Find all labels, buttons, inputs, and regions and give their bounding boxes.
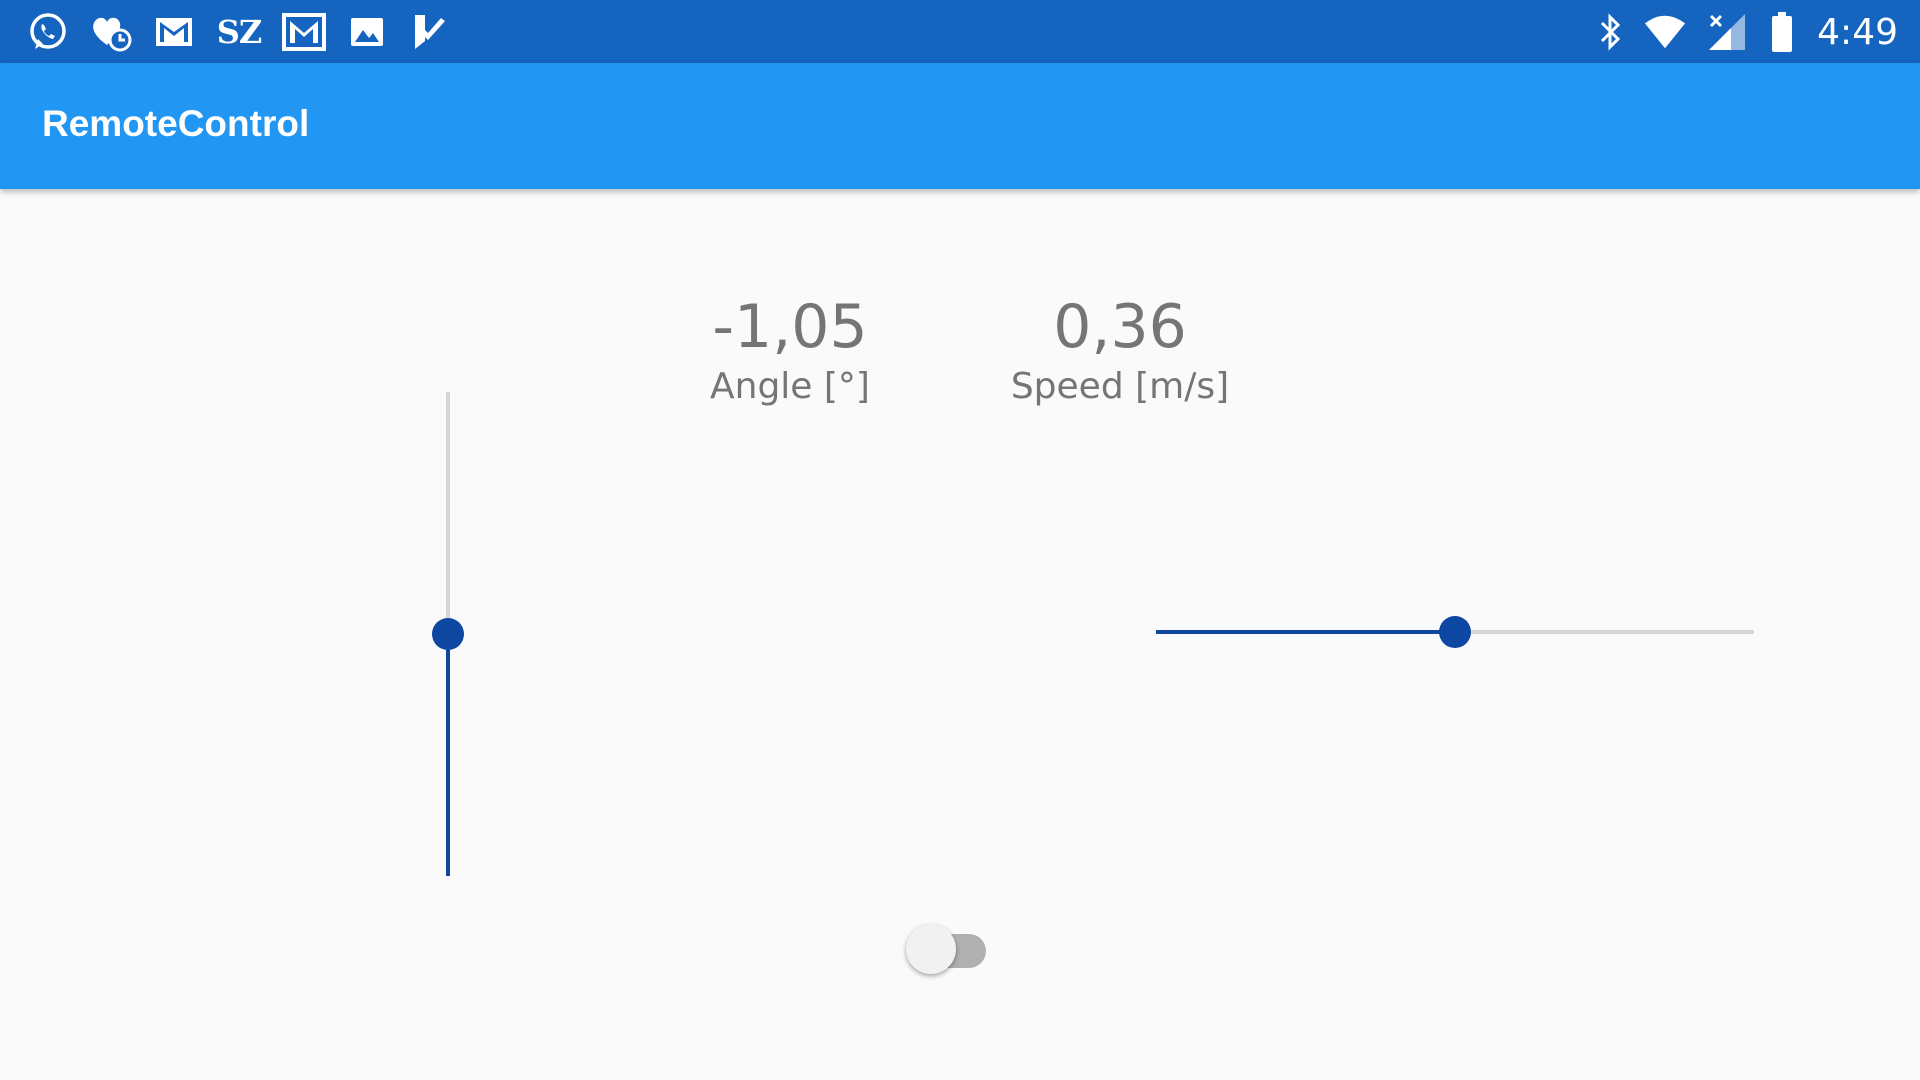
clock: 4:49	[1817, 11, 1898, 53]
cell-signal-icon	[1705, 10, 1749, 54]
angle-slider-track-inactive	[446, 392, 450, 634]
speed-slider[interactable]	[1156, 612, 1754, 652]
bluetooth-icon	[1595, 10, 1625, 54]
switch-thumb[interactable]	[906, 924, 956, 974]
speed-label: Speed [m/s]	[1010, 366, 1230, 407]
gmail-icon	[152, 10, 196, 54]
wifi-icon	[1643, 10, 1687, 54]
enable-switch[interactable]	[906, 920, 992, 976]
angle-value: -1,05	[712, 292, 868, 362]
angle-slider-thumb[interactable]	[432, 618, 464, 650]
gallery-icon	[345, 10, 389, 54]
angle-slider[interactable]	[426, 392, 470, 876]
speed-readout: 0,36 Speed [m/s]	[1000, 292, 1240, 412]
angle-slider-track-active	[446, 634, 450, 876]
battery-icon	[1767, 10, 1797, 54]
notification-icons: SZ	[26, 10, 471, 54]
angle-readout: -1,05 Angle [°]	[690, 292, 890, 412]
speed-slider-track-active	[1156, 630, 1455, 634]
app-title: RemoteControl	[42, 103, 310, 144]
system-indicators: 4:49	[1589, 8, 1898, 56]
speed-slider-thumb[interactable]	[1439, 616, 1471, 648]
health-app-icon	[89, 10, 133, 54]
gmail-inbox-icon	[282, 10, 326, 54]
speed-slider-track-inactive	[1455, 630, 1754, 634]
sz-news-icon: SZ	[216, 13, 262, 51]
todo-check-icon	[408, 10, 452, 54]
whatsapp-icon	[26, 10, 70, 54]
status-bar: SZ 4:49	[0, 0, 1920, 63]
angle-label: Angle [°]	[710, 366, 870, 407]
app-bar: RemoteControl	[0, 63, 1920, 189]
speed-value: 0,36	[1053, 292, 1187, 362]
